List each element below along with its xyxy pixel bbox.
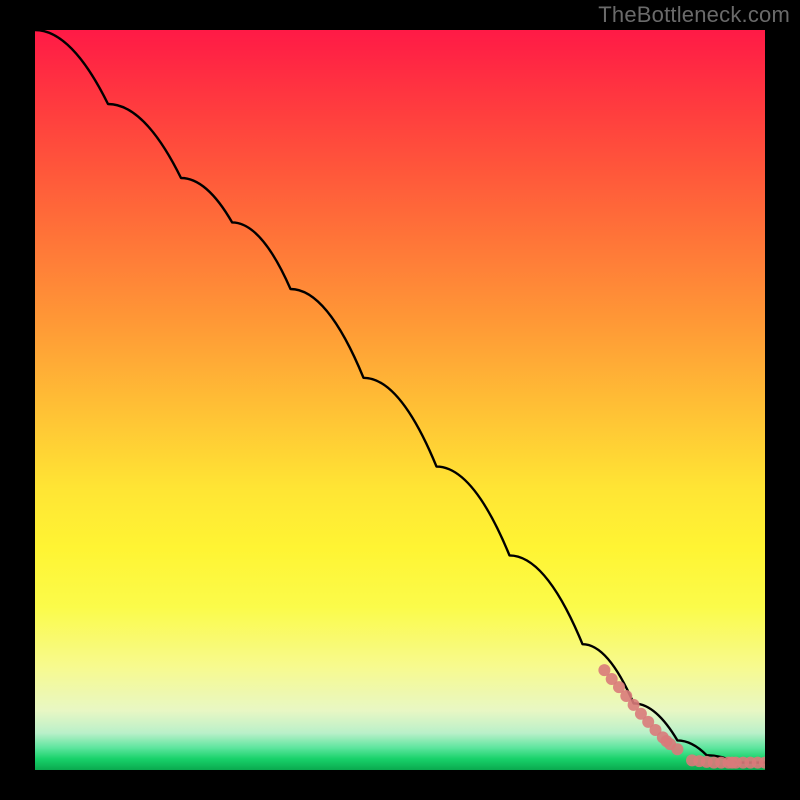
watermark-text: TheBottleneck.com bbox=[598, 2, 790, 28]
plot-area bbox=[35, 30, 765, 770]
chart-frame: TheBottleneck.com bbox=[0, 0, 800, 800]
chart-overlay bbox=[35, 30, 765, 770]
curve-line bbox=[35, 30, 765, 763]
data-point bbox=[671, 743, 683, 755]
